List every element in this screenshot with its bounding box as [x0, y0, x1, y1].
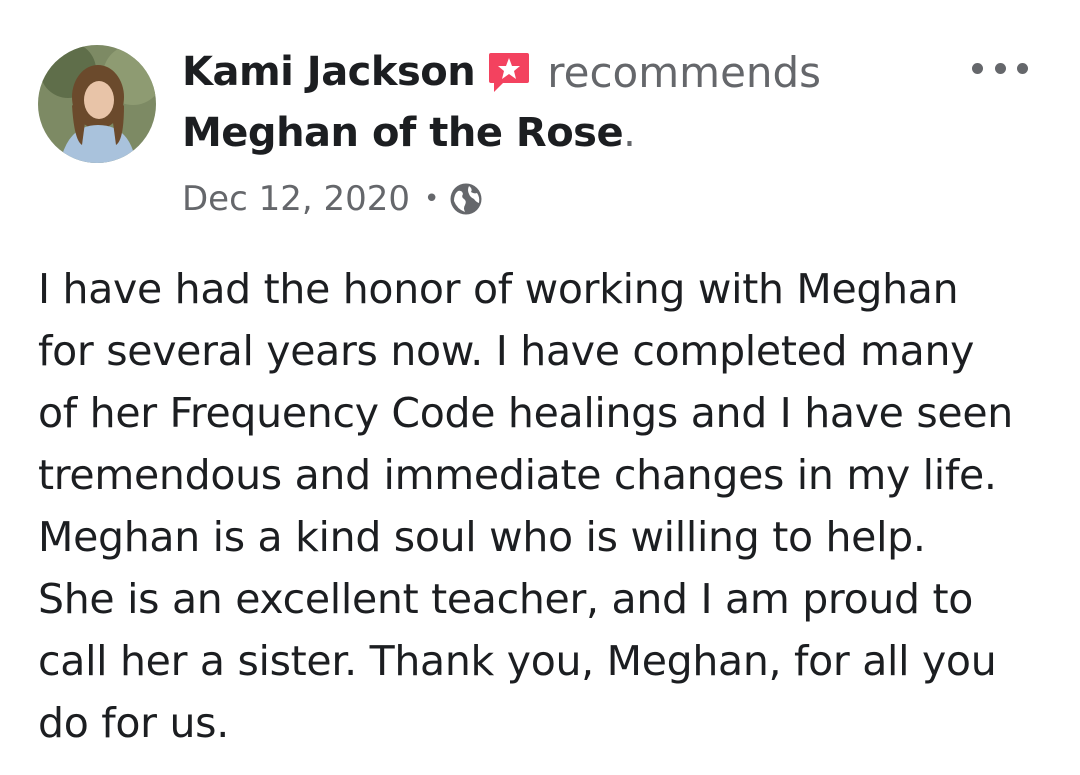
post-meta: Dec 12, 2020 •: [182, 174, 982, 224]
header-line-page: Meghan of the Rose.: [182, 102, 982, 164]
recommend-star-icon: [485, 49, 531, 95]
header-line-author: Kami Jackson recommends: [182, 40, 982, 104]
recommends-label: recommends: [547, 47, 822, 97]
post-body-line: do for us.: [38, 699, 229, 747]
post-body: I have had the honor of working with Meg…: [38, 258, 1058, 754]
post-body-line: call her a sister. Thank you, Meghan, fo…: [38, 637, 997, 685]
page-name-period: .: [623, 110, 636, 156]
avatar-photo: [38, 45, 156, 163]
more-dot: [994, 62, 1006, 74]
post-body-line: I have had the honor of working with Meg…: [38, 265, 959, 313]
meta-separator: •: [424, 184, 440, 214]
post-body-line: tremendous and immediate changes in my l…: [38, 451, 997, 499]
more-dot: [1017, 62, 1028, 74]
post-body-line: for several years now. I have completed …: [38, 327, 975, 375]
post-body-line: of her Frequency Code healings and I hav…: [38, 389, 1013, 437]
recommendation-post: Kami Jackson recommends Meghan of the Ro…: [0, 0, 1080, 775]
more-options-icon[interactable]: [972, 60, 1028, 76]
post-body-line: Meghan is a kind soul who is willing to …: [38, 513, 926, 561]
post-header: Kami Jackson recommends Meghan of the Ro…: [182, 40, 982, 224]
post-body-line: She is an excellent teacher, and I am pr…: [38, 575, 974, 623]
more-dot: [972, 62, 983, 74]
avatar[interactable]: [38, 45, 156, 163]
globe-icon[interactable]: [449, 182, 483, 216]
page-name-link[interactable]: Meghan of the Rose: [182, 110, 624, 156]
author-name[interactable]: Kami Jackson: [182, 49, 476, 95]
post-date[interactable]: Dec 12, 2020: [182, 179, 410, 219]
